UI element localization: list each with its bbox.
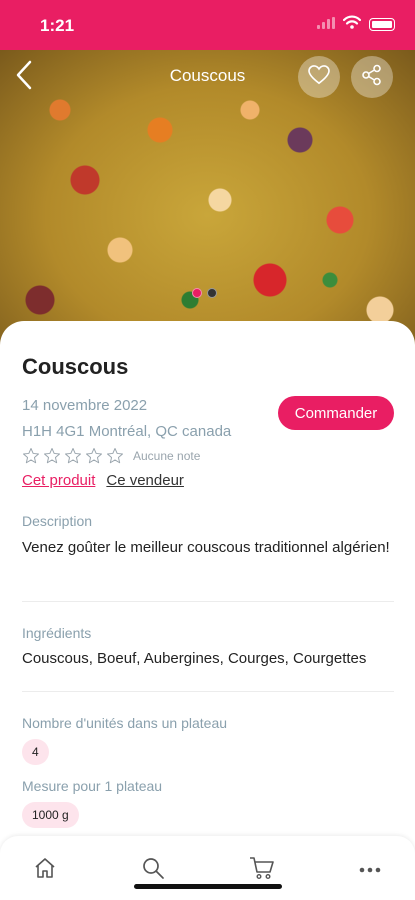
rating-stars: Aucune note xyxy=(22,447,200,465)
home-indicator xyxy=(134,884,282,889)
divider xyxy=(22,691,394,692)
status-bar: 1:21 xyxy=(0,0,415,50)
tab-bar xyxy=(0,836,415,900)
share-button[interactable] xyxy=(351,56,393,98)
product-links: Cet produit Ce vendeur xyxy=(22,472,184,489)
back-button[interactable] xyxy=(6,56,42,96)
carousel-dots xyxy=(192,288,217,298)
order-button[interactable]: Commander xyxy=(278,396,394,430)
chevron-left-icon xyxy=(14,60,34,94)
carousel-dot[interactable] xyxy=(192,288,202,298)
star-icon[interactable] xyxy=(106,447,124,465)
star-icon[interactable] xyxy=(43,447,61,465)
star-icon[interactable] xyxy=(64,447,82,465)
more-icon xyxy=(358,861,382,879)
product-location: H1H 4G1 Montréal, QC canada xyxy=(22,423,232,440)
tab-search[interactable] xyxy=(139,856,167,884)
measure-label: Mesure pour 1 plateau xyxy=(22,778,163,794)
star-icon[interactable] xyxy=(85,447,103,465)
battery-icon xyxy=(369,18,395,31)
link-this-product[interactable]: Cet produit xyxy=(22,472,95,489)
star-icon[interactable] xyxy=(22,447,40,465)
units-chip: 4 xyxy=(22,739,49,765)
status-time: 1:21 xyxy=(40,16,75,35)
ingredients-text: Couscous, Boeuf, Aubergines, Courges, Co… xyxy=(22,650,367,667)
favorite-button[interactable] xyxy=(298,56,340,98)
description-label: Description xyxy=(22,513,93,529)
share-icon xyxy=(361,64,383,91)
home-icon xyxy=(33,856,57,885)
tab-home[interactable] xyxy=(31,856,59,884)
product-image[interactable] xyxy=(0,50,415,350)
product-title: Couscous xyxy=(22,354,129,379)
link-this-seller[interactable]: Ce vendeur xyxy=(106,472,184,489)
measure-chip: 1000 g xyxy=(22,802,79,828)
ingredients-label: Ingrédients xyxy=(22,625,92,641)
search-icon xyxy=(141,856,165,885)
rating-text: Aucune note xyxy=(133,449,201,463)
status-icons xyxy=(317,15,395,34)
tab-more[interactable] xyxy=(356,856,384,884)
divider xyxy=(22,601,394,602)
tab-cart[interactable] xyxy=(248,856,276,884)
units-label: Nombre d'unités dans un plateau xyxy=(22,715,228,731)
signal-icon xyxy=(317,16,335,34)
product-date: 14 novembre 2022 xyxy=(22,397,148,414)
description-text: Venez goûter le meilleur couscous tradit… xyxy=(22,539,390,556)
cart-icon xyxy=(249,856,275,885)
carousel-dot[interactable] xyxy=(207,288,217,298)
wifi-icon xyxy=(342,15,362,34)
heart-icon xyxy=(308,64,330,90)
